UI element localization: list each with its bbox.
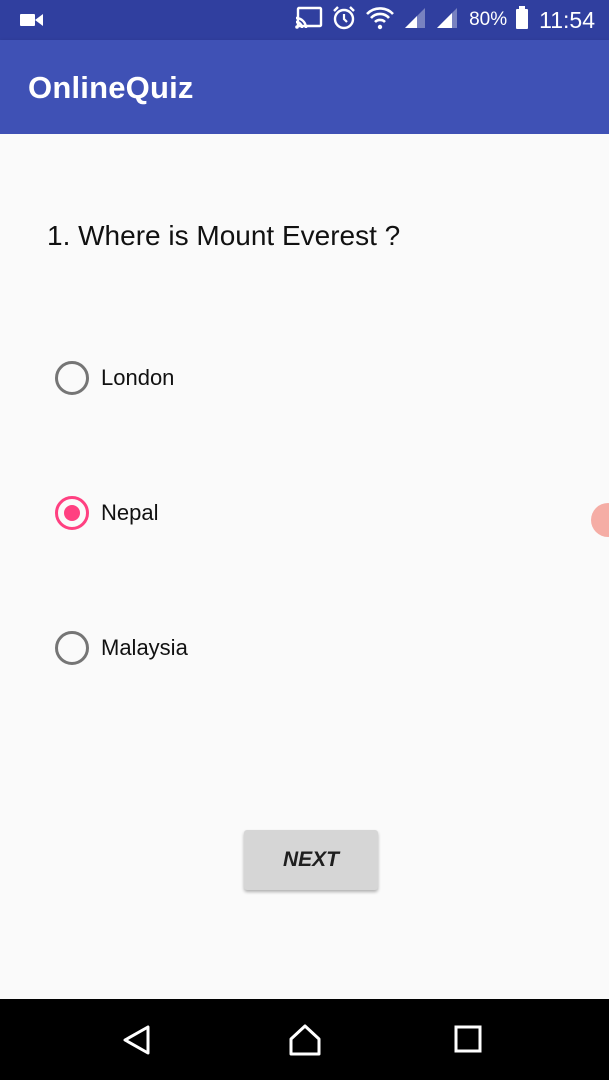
radio-button[interactable] — [55, 631, 89, 665]
battery-icon — [515, 5, 529, 35]
home-icon[interactable] — [288, 1023, 322, 1057]
signal-icon — [403, 6, 427, 35]
option-malaysia[interactable]: Malaysia — [55, 628, 188, 668]
video-camera-icon — [20, 12, 44, 33]
option-label: Nepal — [101, 500, 159, 525]
recents-icon[interactable] — [452, 1023, 486, 1057]
quiz-content: 1. Where is Mount Everest ? London Nepal… — [0, 134, 609, 999]
app-title: OnlineQuiz — [28, 70, 194, 105]
alarm-icon — [331, 5, 357, 36]
next-button[interactable]: NEXT — [244, 830, 378, 890]
option-nepal[interactable]: Nepal — [55, 493, 158, 533]
radio-button[interactable] — [55, 361, 89, 395]
status-clock: 11:54 — [539, 6, 595, 33]
touch-indicator — [591, 503, 609, 537]
status-icons: 80% 11:54 — [295, 0, 595, 40]
status-bar: 80% 11:54 — [0, 0, 609, 40]
app-bar: OnlineQuiz — [0, 40, 609, 134]
option-london[interactable]: London — [55, 358, 174, 398]
battery-percentage: 80% — [469, 9, 508, 30]
signal-icon — [435, 6, 459, 35]
cast-icon — [295, 6, 323, 35]
option-label: London — [101, 365, 175, 390]
back-icon[interactable] — [120, 1023, 154, 1057]
navigation-bar — [0, 999, 609, 1080]
radio-dot — [64, 505, 80, 521]
wifi-icon — [365, 6, 395, 35]
question-text: 1. Where is Mount Everest ? — [47, 220, 401, 251]
radio-button-checked[interactable] — [55, 496, 89, 530]
option-label: Malaysia — [101, 635, 188, 660]
